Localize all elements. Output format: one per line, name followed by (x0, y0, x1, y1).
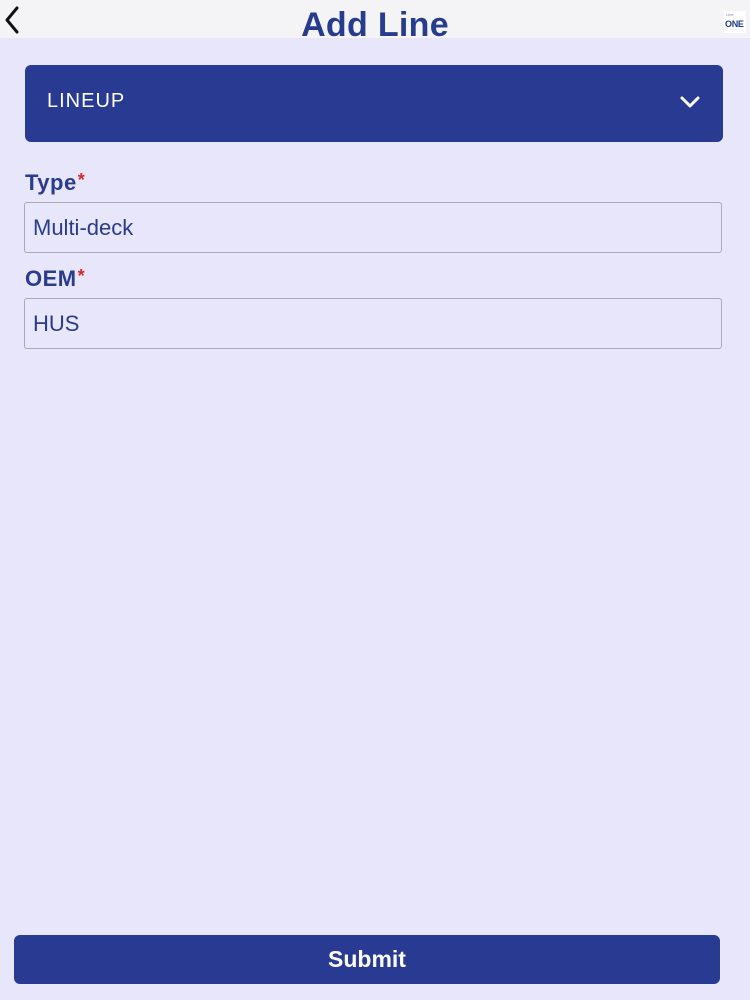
required-asterisk: * (77, 266, 86, 286)
lineup-label: LINEUP (47, 90, 126, 112)
top-nav-bar: Add Line Line ONE (0, 0, 750, 44)
type-label: Type* (25, 167, 85, 196)
oem-label-text: OEM (25, 266, 77, 291)
type-field[interactable] (24, 202, 722, 253)
lineup-dropdown[interactable]: LINEUP (25, 65, 723, 142)
chevron-down-icon (680, 96, 700, 108)
oem-field[interactable] (24, 298, 722, 349)
oem-label: OEM* (25, 263, 85, 292)
submit-button[interactable]: Submit (14, 935, 720, 984)
logo-small-text: Line (726, 12, 734, 17)
page-title: Add Line (301, 6, 449, 44)
type-label-text: Type (25, 170, 77, 195)
app-logo: Line ONE (724, 11, 746, 33)
required-asterisk: * (77, 170, 86, 190)
logo-text: ONE (725, 19, 744, 29)
